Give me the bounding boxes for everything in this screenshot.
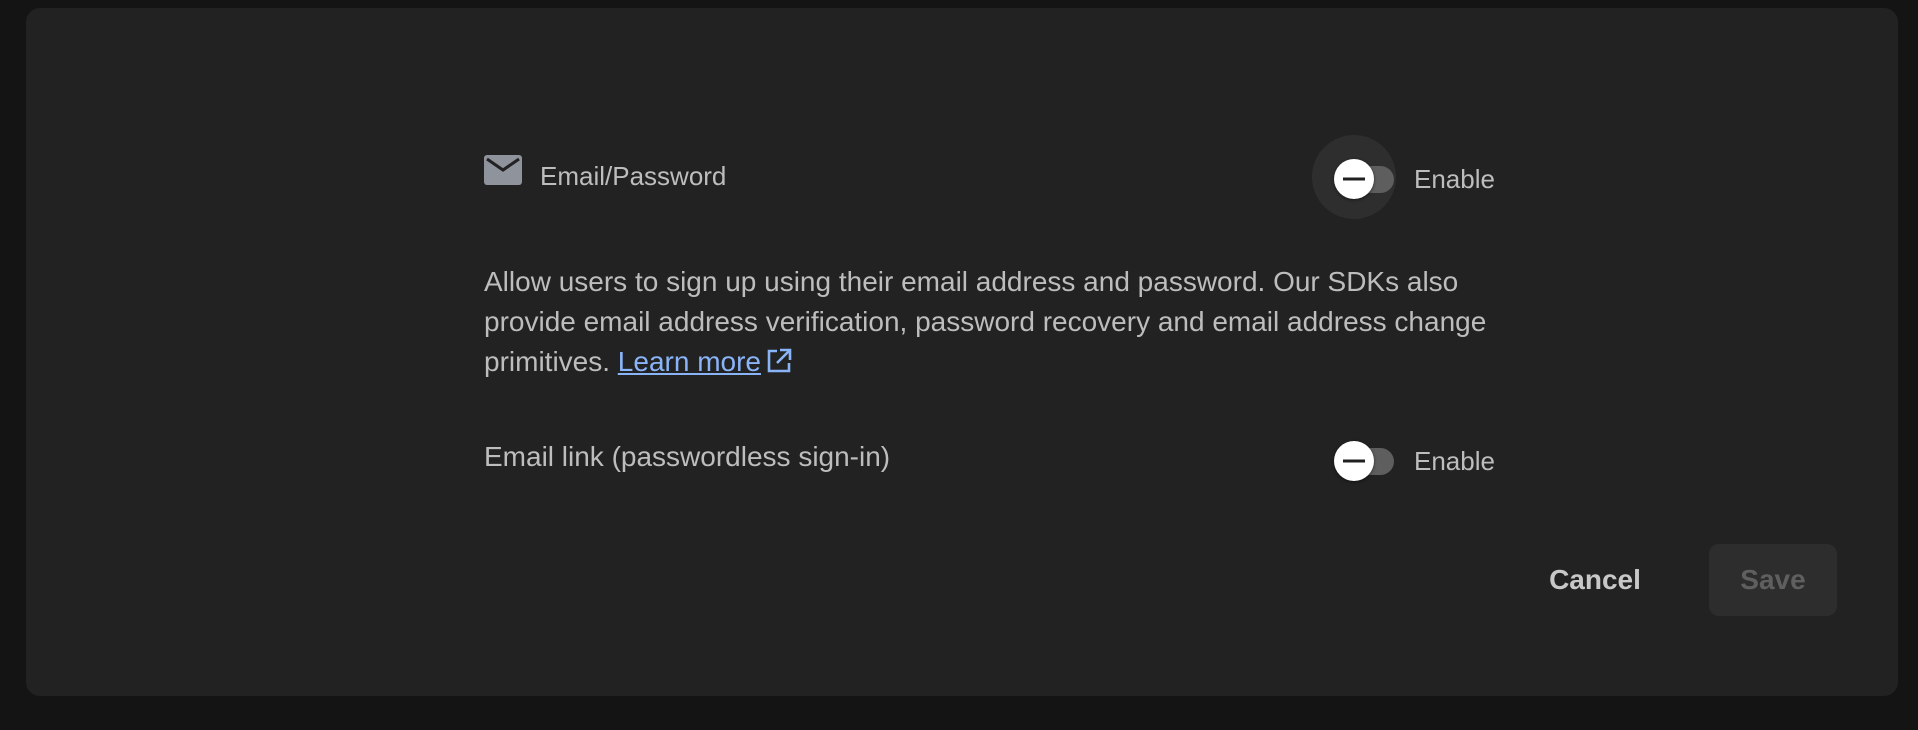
email-password-enable-toggle[interactable]: Enable (1312, 135, 1495, 219)
toggle-label: Enable (1414, 446, 1495, 476)
email-password-label: Email/Password (540, 161, 727, 191)
email-password-row: Email/Password Enable (484, 135, 1495, 219)
email-link-label: Email link (passwordless sign-in) (484, 441, 891, 472)
sign-in-provider-panel: Email/Password Enable Allow users to sig… (26, 8, 1898, 696)
minus-icon (1343, 459, 1365, 463)
toggle-label: Enable (1414, 164, 1495, 194)
email-link-row: Email link (passwordless sign-in) Enable (484, 432, 1495, 481)
save-button[interactable]: Save (1709, 544, 1837, 616)
minus-icon (1343, 177, 1365, 181)
external-link-icon[interactable] (765, 347, 793, 375)
learn-more-link[interactable]: Learn more (618, 346, 761, 377)
mail-icon (484, 155, 522, 185)
email-password-description: Allow users to sign up using their email… (484, 262, 1494, 382)
cancel-button[interactable]: Cancel (1532, 544, 1658, 616)
email-link-enable-toggle[interactable]: Enable (1334, 440, 1495, 481)
toggle-thumb (1334, 441, 1374, 481)
toggle-thumb (1334, 159, 1374, 199)
